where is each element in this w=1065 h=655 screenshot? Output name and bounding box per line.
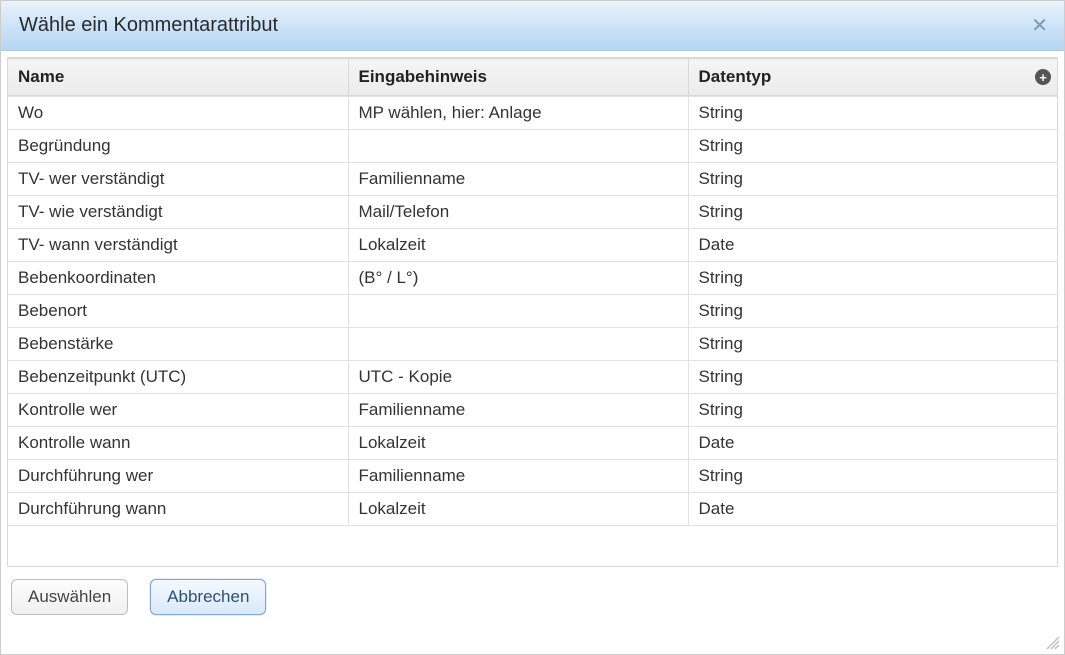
table-row[interactable]: Kontrolle wannLokalzeitDate [8, 427, 1057, 460]
cell-type: Date [688, 229, 1057, 262]
cell-hint: Mail/Telefon [348, 196, 688, 229]
cell-hint: UTC - Kopie [348, 361, 688, 394]
cell-name: TV- wer verständigt [8, 163, 348, 196]
grid-header-row: Name Eingabehinweis Datentyp + [8, 59, 1057, 96]
table-row[interactable]: Durchführung wannLokalzeitDate [8, 493, 1057, 526]
cell-name: Bebenzeitpunkt (UTC) [8, 361, 348, 394]
column-header-hint[interactable]: Eingabehinweis [348, 59, 688, 96]
table-row[interactable]: Bebenort String [8, 295, 1057, 328]
cell-hint: Lokalzeit [348, 229, 688, 262]
cell-name: Kontrolle wann [8, 427, 348, 460]
cell-hint: Lokalzeit [348, 427, 688, 460]
cell-hint: Familienname [348, 460, 688, 493]
select-button[interactable]: Auswählen [11, 579, 128, 615]
table-row[interactable]: TV- wer verständigtFamiliennameString [8, 163, 1057, 196]
cell-name: TV- wann verständigt [8, 229, 348, 262]
table-row[interactable]: Bebenzeitpunkt (UTC)UTC - KopieString [8, 361, 1057, 394]
cell-type: String [688, 130, 1057, 163]
cell-name: Durchführung wer [8, 460, 348, 493]
dialog-content: Name Eingabehinweis Datentyp + [1, 51, 1064, 567]
cell-hint [348, 328, 688, 361]
table-row[interactable]: TV- wann verständigtLokalzeitDate [8, 229, 1057, 262]
cell-hint: Familienname [348, 394, 688, 427]
cell-hint [348, 295, 688, 328]
cell-hint: Familienname [348, 163, 688, 196]
cell-type: String [688, 196, 1057, 229]
grid-header-table: Name Eingabehinweis Datentyp + [8, 58, 1057, 96]
cell-type: String [688, 361, 1057, 394]
add-row-icon[interactable]: + [1035, 69, 1051, 85]
resize-grip-icon[interactable] [1044, 634, 1062, 652]
cell-type: String [688, 460, 1057, 493]
cell-type: String [688, 394, 1057, 427]
cell-hint [348, 130, 688, 163]
grid-body-table: WoMP wählen, hier: AnlageStringBegründun… [8, 96, 1057, 526]
cell-type: Date [688, 493, 1057, 526]
cell-type: String [688, 163, 1057, 196]
cell-hint: Lokalzeit [348, 493, 688, 526]
cell-type: Date [688, 427, 1057, 460]
table-row[interactable]: Bebenkoordinaten(B° / L°)String [8, 262, 1057, 295]
cell-name: Bebenkoordinaten [8, 262, 348, 295]
cell-type: String [688, 97, 1057, 130]
cell-name: Begründung [8, 130, 348, 163]
dialog-window: Wähle ein Kommentarattribut ✕ Name Einga… [0, 0, 1065, 655]
cell-name: TV- wie verständigt [8, 196, 348, 229]
table-row[interactable]: Kontrolle werFamiliennameString [8, 394, 1057, 427]
table-row[interactable]: WoMP wählen, hier: AnlageString [8, 97, 1057, 130]
dialog-title: Wähle ein Kommentarattribut [19, 14, 278, 37]
attribute-grid: Name Eingabehinweis Datentyp + [7, 57, 1058, 567]
column-header-type-label: Datentyp [699, 67, 772, 86]
grid-body-scroll[interactable]: WoMP wählen, hier: AnlageStringBegründun… [8, 96, 1057, 567]
cell-name: Bebenort [8, 295, 348, 328]
table-row[interactable]: Durchführung werFamiliennameString [8, 460, 1057, 493]
cell-name: Bebenstärke [8, 328, 348, 361]
cancel-button[interactable]: Abbrechen [150, 579, 266, 615]
cell-name: Kontrolle wer [8, 394, 348, 427]
cell-type: String [688, 262, 1057, 295]
cell-hint: MP wählen, hier: Anlage [348, 97, 688, 130]
cell-name: Wo [8, 97, 348, 130]
cell-name: Durchführung wann [8, 493, 348, 526]
column-header-name[interactable]: Name [8, 59, 348, 96]
dialog-titlebar: Wähle ein Kommentarattribut ✕ [1, 1, 1064, 51]
cell-type: String [688, 328, 1057, 361]
column-header-type[interactable]: Datentyp + [688, 59, 1057, 96]
cell-type: String [688, 295, 1057, 328]
cell-hint: (B° / L°) [348, 262, 688, 295]
table-row[interactable]: Bebenstärke String [8, 328, 1057, 361]
close-icon[interactable]: ✕ [1027, 12, 1052, 40]
dialog-buttonbar: Auswählen Abbrechen [1, 567, 1064, 627]
table-row[interactable]: TV- wie verständigtMail/TelefonString [8, 196, 1057, 229]
table-row[interactable]: Begründung String [8, 130, 1057, 163]
